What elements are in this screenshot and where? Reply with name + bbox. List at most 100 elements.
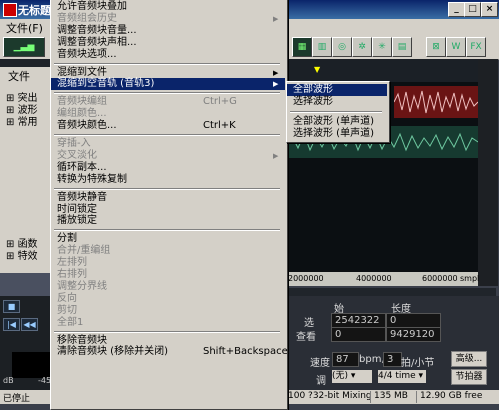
close-button[interactable]: ×: [481, 2, 498, 17]
menu-item[interactable]: 转换为特殊复制: [51, 174, 285, 186]
vertical-scrollbar[interactable]: [478, 59, 498, 286]
maximize-button[interactable]: □: [464, 2, 481, 17]
tool-icon-1[interactable]: ▦: [292, 37, 312, 57]
left-tab-strip: 文件: [0, 67, 50, 83]
menu-item-label: 允许音频块叠加: [57, 1, 127, 12]
menu-item[interactable]: 允许音频块叠加: [51, 1, 285, 13]
menu-item[interactable]: 左排列: [51, 257, 285, 269]
menu-item[interactable]: 混缩到文件 ▶: [51, 67, 285, 79]
mixdown-submenu: 全部波形 选择波形全部波形 (单声道) 选择波形 (单声道): [286, 81, 390, 143]
menu-item[interactable]: 全部1: [51, 317, 285, 329]
menu-item[interactable]: 剪切: [51, 305, 285, 317]
menu-item[interactable]: 清除音频块 (移除并关闭) Shift+Backspace: [51, 346, 288, 358]
time-signature-select[interactable]: 4/4 time ▾: [378, 370, 426, 383]
waveform-view-icon[interactable]: ▁▃▅: [3, 37, 45, 57]
menu-item-label: 全部1: [57, 316, 84, 328]
tool-icon-3[interactable]: ◎: [332, 37, 352, 57]
select-length-field[interactable]: 0: [386, 313, 441, 328]
menu-item[interactable]: 调整音频块音量...: [51, 25, 285, 37]
tool-icon-7[interactable]: ⊠: [426, 37, 446, 57]
metronome-button[interactable]: 节拍器: [451, 369, 487, 385]
menu-item[interactable]: 调整分界线: [51, 281, 285, 293]
track-row[interactable]: 5: [286, 236, 492, 273]
tree-item[interactable]: ⊞ 常用: [6, 113, 38, 128]
menu-item[interactable]: 编组颜色...: [51, 108, 285, 120]
clip-red[interactable]: [393, 86, 479, 118]
ruler-label: 4000000: [356, 274, 392, 283]
tab-files[interactable]: 文件: [8, 68, 30, 84]
menu-separator: [290, 111, 382, 113]
select-start-field[interactable]: 2542322: [331, 313, 386, 328]
menu-item-label: 全部波形: [293, 84, 333, 95]
menu-item[interactable]: 音频块选项...: [51, 49, 285, 61]
menu-item[interactable]: 音频块颜色... Ctrl+K: [51, 120, 285, 132]
view-length-field[interactable]: 9429120: [386, 327, 441, 342]
menu-item[interactable]: 全部波形 (单声道): [287, 116, 387, 128]
menu-item[interactable]: 调整音频块声相...: [51, 37, 285, 49]
menu-item[interactable]: 循环副本...: [51, 162, 285, 174]
menu-item[interactable]: 穿插-入: [51, 138, 285, 150]
menu-item-label: 右排列: [57, 269, 87, 280]
menu-item-label: 反向: [57, 292, 77, 304]
tool-icon-4[interactable]: ✲: [352, 37, 372, 57]
timeline-header: ▼: [286, 59, 478, 82]
advanced-button[interactable]: 高级...: [451, 351, 487, 367]
status-memory: 135 MB: [374, 391, 408, 401]
view-start-field[interactable]: 0: [331, 327, 386, 342]
menu-item[interactable]: 混缩到空音轨 (音轨3) ▶: [51, 78, 285, 91]
menu-item-label: 转换为特殊复制: [57, 173, 127, 185]
menu-item-label: 选择波形 (单声道): [293, 128, 374, 139]
menu-item-label: 调整音频块声相...: [57, 36, 137, 48]
track-row[interactable]: 4: [286, 200, 492, 237]
menu-item[interactable]: 音频组会历史 ▶: [51, 13, 285, 25]
db-label: dB: [3, 376, 14, 385]
track-row[interactable]: 3: [286, 162, 492, 201]
tree-item[interactable]: ⊞ 特效: [6, 247, 38, 262]
menu-item[interactable]: 分割: [51, 233, 285, 245]
menu-item-label: 左排列: [57, 257, 87, 269]
menu-file[interactable]: 文件(F): [6, 20, 43, 36]
wet-icon[interactable]: W: [446, 37, 466, 57]
app-icon[interactable]: [3, 3, 17, 17]
menu-separator: [54, 229, 280, 232]
menu-item[interactable]: 交叉淡化 ▶: [51, 150, 285, 162]
go-start-icon[interactable]: |◀: [3, 318, 20, 331]
menu-item-shortcut: Ctrl+K: [203, 120, 236, 132]
menu-item[interactable]: 播放锁定: [51, 215, 285, 227]
organizer-pane: ⊞ 突出 ⊞ 波形 ⊞ 常用 ⊞ 函数 ⊞ 特效: [0, 83, 51, 273]
ruler-label: smpl: [460, 274, 480, 283]
tool-icon-6[interactable]: ▤: [392, 37, 412, 57]
menu-item[interactable]: 全部波形: [287, 84, 387, 96]
key-label: 调: [316, 376, 326, 387]
stop-icon[interactable]: ■: [3, 300, 20, 313]
menu-item[interactable]: 选择波形 (单声道): [287, 128, 387, 140]
row-view-label: 查看: [296, 332, 316, 343]
status-disk: 12.90 GB free: [420, 391, 483, 401]
menu-item[interactable]: 选择波形: [287, 96, 387, 108]
menu-item[interactable]: 时间锁定: [51, 204, 285, 216]
menu-item-label: 音频块选项...: [57, 48, 117, 60]
menu-item[interactable]: 音频块编组 Ctrl+G: [51, 96, 285, 108]
key-select[interactable]: (无) ▾: [332, 370, 372, 383]
menu-item[interactable]: 音频块静音: [51, 192, 285, 204]
tool-icon-2[interactable]: ▥: [312, 37, 332, 57]
rewind-icon[interactable]: ◀◀: [21, 318, 38, 331]
beats-field[interactable]: 3: [383, 352, 402, 367]
menu-item-label: 播放锁定: [57, 215, 97, 227]
menu-item[interactable]: 反向: [51, 293, 285, 305]
menu-item[interactable]: 右排列: [51, 269, 285, 281]
fx-icon[interactable]: FX: [466, 37, 486, 57]
menu-item-shortcut: Shift+Backspace: [203, 346, 288, 358]
tempo-field[interactable]: 87: [332, 352, 359, 367]
tool-icon-5[interactable]: ✳: [372, 37, 392, 57]
horizontal-scrollbar[interactable]: [286, 288, 496, 296]
minimize-button[interactable]: _: [448, 2, 465, 17]
beats-label: 拍/小节: [401, 358, 435, 369]
menu-item[interactable]: 移除音频块: [51, 335, 285, 347]
menu-item[interactable]: 合并/重编组: [51, 245, 285, 257]
menu-item-label: 时间锁定: [57, 203, 97, 215]
tempo-label: 速度: [310, 358, 330, 369]
tempo-unit: bpm,: [359, 354, 385, 365]
timeline-ruler: 2000000 4000000 6000000 smpl: [286, 272, 480, 286]
submenu-arrow-icon: ▶: [273, 80, 279, 89]
